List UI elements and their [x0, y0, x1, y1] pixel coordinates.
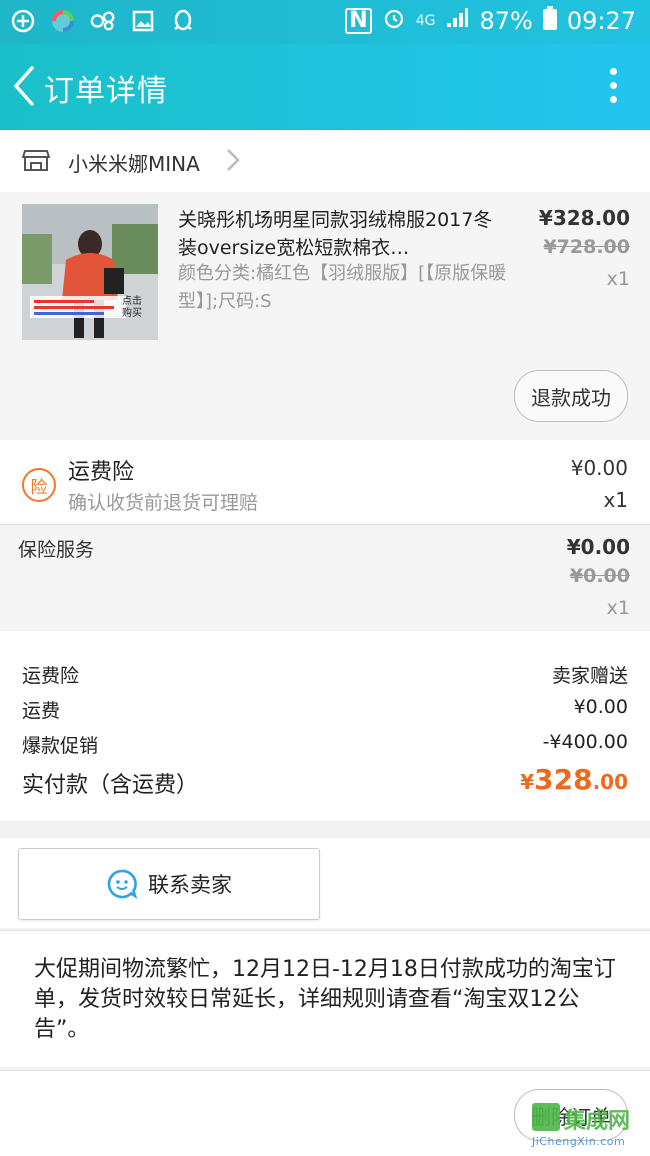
- chevron-left-icon: [13, 66, 34, 106]
- clock: 09:27: [566, 7, 636, 35]
- paid-decimal: .00: [592, 770, 628, 794]
- summary-label: 运费: [22, 700, 61, 722]
- status-bar: N 4G 87% 09:27: [0, 0, 650, 44]
- service-quantity: x1: [606, 597, 630, 619]
- battery-icon: [542, 6, 557, 36]
- summary-label: 爆款促销: [22, 735, 99, 757]
- app-logo-icon: [50, 8, 76, 34]
- refund-status-button[interactable]: 退款成功: [514, 370, 628, 422]
- back-button[interactable]: [8, 62, 44, 110]
- watermark-subtext: JiChengXin.com: [532, 1135, 626, 1148]
- chat-face-icon: [107, 869, 138, 900]
- paid-integer: 328: [534, 763, 593, 796]
- network-type: 4G: [415, 13, 436, 29]
- product-quantity: x1: [606, 268, 630, 290]
- product-thumbnail[interactable]: 点击购买: [22, 204, 158, 340]
- chevron-right-icon: [225, 147, 241, 173]
- summary-row: 爆款促销 -¥400.00: [22, 731, 628, 758]
- summary-value: ¥0.00: [573, 696, 628, 718]
- app-header: 订单详情: [0, 44, 650, 130]
- more-menu-button[interactable]: [610, 68, 620, 108]
- order-item[interactable]: 点击购买 关晓彤机场明星同款羽绒棉服2017冬装oversize宽松短款棉衣… …: [0, 194, 650, 438]
- summary-label: 运费险: [22, 665, 80, 687]
- summary-row: 运费 ¥0.00: [22, 696, 628, 723]
- logistics-notice: 大促期间物流繁忙，12月12日-12月18日付款成功的淘宝订单，发货时效较日常延…: [0, 930, 650, 1067]
- watermark-logo-icon: [532, 1103, 560, 1131]
- nfc-icon: N: [345, 8, 372, 34]
- insurance-price: ¥0.00: [570, 456, 628, 480]
- page-title: 订单详情: [44, 74, 168, 109]
- paid-amount: ¥328.00: [520, 763, 628, 796]
- summary-value: -¥400.00: [542, 731, 628, 753]
- product-spec: 颜色分类:橘红色【羽绒服版】[【原版保暖型】];尺码:S: [178, 263, 507, 312]
- contact-seller-button[interactable]: 联系卖家: [18, 848, 320, 920]
- insurance-service-row: 保险服务 ¥0.00 ¥0.00 x1: [0, 525, 650, 629]
- insurance-badge-icon: 险: [22, 468, 56, 502]
- alarm-icon: [382, 6, 406, 36]
- paid-label: 实付款（含运费）: [22, 773, 199, 798]
- watermark-text: 集成网: [564, 1109, 631, 1134]
- product-price: ¥328.00: [538, 206, 630, 230]
- service-price: ¥0.00: [566, 535, 630, 559]
- summary-value: 卖家赠送: [551, 665, 628, 687]
- signal-icon: [445, 7, 469, 35]
- shipping-insurance-row: 险 运费险 确认收货前退货可理赔 ¥0.00 x1: [0, 440, 650, 525]
- qq-icon: [170, 8, 196, 34]
- payment-summary: 运费险 卖家赠送 运费 ¥0.00 爆款促销 -¥400.00 实付款（含运费）…: [0, 631, 650, 821]
- contact-section: 联系卖家: [0, 838, 650, 928]
- thumbnail-caption: 点击购买: [122, 296, 142, 319]
- product-original-price: ¥728.00: [543, 236, 630, 258]
- notice-text: 大促期间物流繁忙，12月12日-12月18日付款成功的淘宝订单，发货时效较日常延…: [34, 957, 616, 1042]
- paid-row: 实付款（含运费） ¥328.00: [22, 763, 628, 799]
- product-title: 关晓彤机场明星同款羽绒棉服2017冬装oversize宽松短款棉衣…: [178, 209, 493, 259]
- contact-seller-label: 联系卖家: [148, 873, 232, 897]
- battery-percent: 87%: [479, 7, 533, 35]
- link-icon: [90, 8, 116, 34]
- watermark: 集成网 JiChengXin.com: [532, 1103, 650, 1153]
- insurance-desc: 确认收货前退货可理赔: [68, 492, 259, 514]
- shop-name: 小米米娜MINA: [68, 152, 200, 176]
- insurance-quantity: x1: [603, 488, 628, 512]
- image-icon: [130, 8, 156, 34]
- shop-row[interactable]: 小米米娜MINA: [0, 130, 650, 192]
- add-circle-icon: [10, 8, 36, 34]
- bottom-action-bar: 删除订单 集成网 JiChengXin.com: [0, 1070, 650, 1156]
- insurance-name: 运费险: [68, 460, 135, 485]
- store-icon: [21, 146, 51, 174]
- service-label: 保险服务: [18, 539, 95, 561]
- service-original-price: ¥0.00: [569, 565, 630, 587]
- summary-row: 运费险 卖家赠送: [22, 661, 628, 688]
- paid-currency: ¥: [520, 770, 535, 794]
